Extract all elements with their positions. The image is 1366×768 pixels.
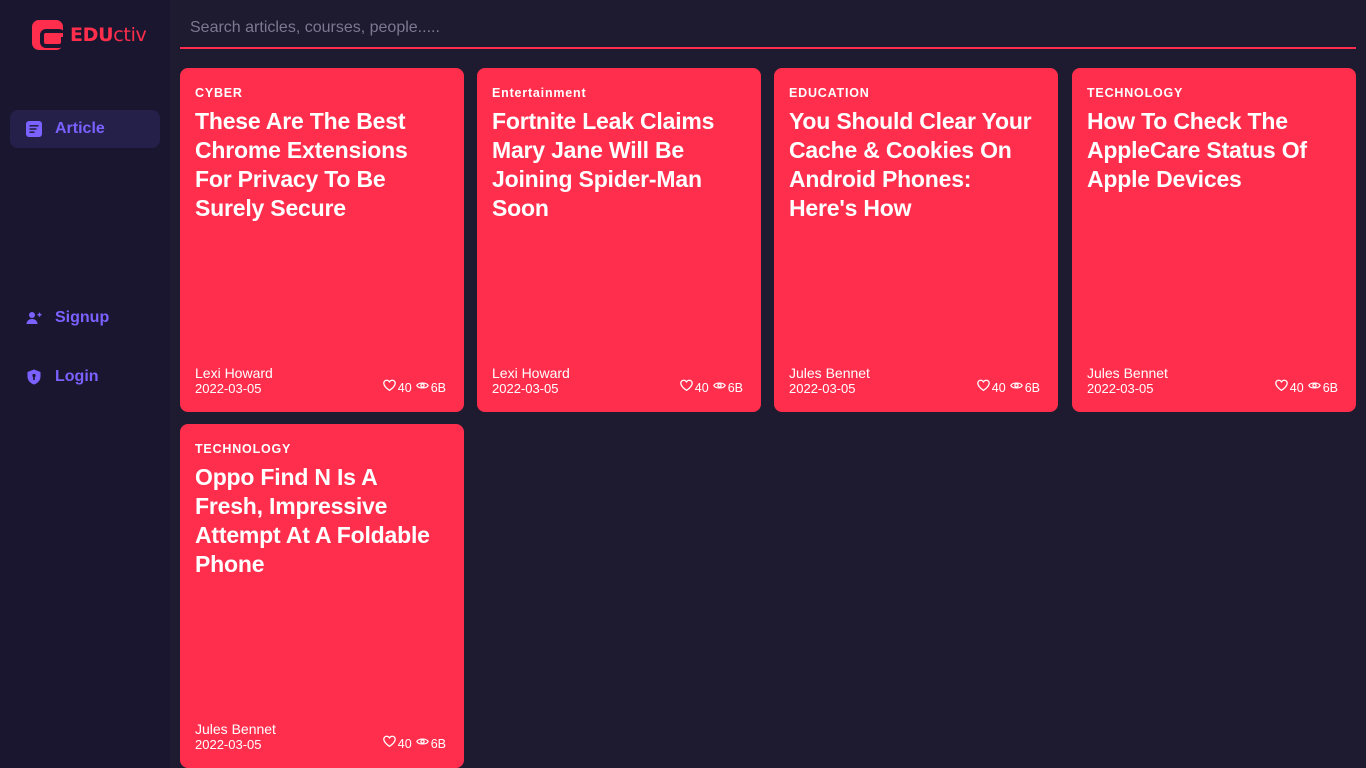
article-footer: Lexi Howard 2022-03-05 40 6B (195, 365, 446, 397)
article-footer: Jules Bennet 2022-03-05 40 6B (195, 721, 446, 753)
article-author: Jules Bennet (195, 721, 276, 737)
heart-icon[interactable] (976, 379, 992, 396)
article-category: TECHNOLOGY (1087, 86, 1184, 100)
article-date: 2022-03-05 (789, 381, 856, 396)
like-count: 40 (694, 380, 709, 395)
like-count: 40 (1289, 380, 1304, 395)
eye-icon (1307, 379, 1323, 396)
article-author: Lexi Howard (195, 365, 273, 381)
nav-item-login[interactable]: Login (10, 358, 160, 396)
like-count: 40 (991, 380, 1006, 395)
sidebar: EDUctiv Article Signup Login (0, 0, 170, 768)
article-title[interactable]: How To Check The AppleCare Status Of App… (1087, 107, 1341, 194)
nav-item-label: Signup (55, 309, 110, 326)
article-footer: Jules Bennet 2022-03-05 40 6B (789, 365, 1040, 397)
brand-name: EDUctiv (70, 24, 147, 46)
nav-item-label: Login (55, 368, 99, 385)
view-count: 6B (430, 380, 446, 395)
shield-icon (26, 369, 42, 385)
user-plus-icon (26, 310, 42, 326)
logo-icon (32, 20, 65, 50)
article-author: Jules Bennet (1087, 365, 1168, 381)
eye-icon (415, 379, 431, 396)
nav-item-article[interactable]: Article (10, 110, 160, 148)
article-category: EDUCATION (789, 86, 870, 100)
article-card[interactable]: CYBER These Are The Best Chrome Extensio… (180, 68, 464, 412)
article-title[interactable]: You Should Clear Your Cache & Cookies On… (789, 107, 1043, 223)
article-footer: Jules Bennet 2022-03-05 40 6B (1087, 365, 1338, 397)
like-count: 40 (397, 736, 412, 751)
article-category: Entertainment (492, 86, 587, 100)
article-footer: Lexi Howard 2022-03-05 40 6B (492, 365, 743, 397)
article-title[interactable]: These Are The Best Chrome Extensions For… (195, 107, 449, 223)
nav-item-label: Article (55, 120, 105, 137)
heart-icon[interactable] (679, 379, 695, 396)
view-count: 6B (430, 736, 446, 751)
article-card[interactable]: TECHNOLOGY Oppo Find N Is A Fresh, Impre… (180, 424, 464, 768)
heart-icon[interactable] (382, 735, 398, 752)
article-date: 2022-03-05 (195, 737, 262, 752)
heart-icon[interactable] (1274, 379, 1290, 396)
article-icon (26, 121, 42, 137)
article-stats: 40 6B (976, 379, 1040, 397)
view-count: 6B (1024, 380, 1040, 395)
article-author: Jules Bennet (789, 365, 870, 381)
article-author: Lexi Howard (492, 365, 570, 381)
brand-logo[interactable]: EDUctiv (32, 20, 147, 50)
like-count: 40 (397, 380, 412, 395)
article-stats: 40 6B (1274, 379, 1338, 397)
article-title[interactable]: Oppo Find N Is A Fresh, Impressive Attem… (195, 463, 449, 579)
search-bar (180, 8, 1356, 49)
eye-icon (1009, 379, 1025, 396)
article-date: 2022-03-05 (492, 381, 559, 396)
article-card[interactable]: EDUCATION You Should Clear Your Cache & … (774, 68, 1058, 412)
article-category: CYBER (195, 86, 243, 100)
heart-icon[interactable] (382, 379, 398, 396)
article-date: 2022-03-05 (1087, 381, 1154, 396)
article-card[interactable]: TECHNOLOGY How To Check The AppleCare St… (1072, 68, 1356, 412)
search-input[interactable] (180, 8, 1356, 47)
article-date: 2022-03-05 (195, 381, 262, 396)
eye-icon (415, 735, 431, 752)
article-stats: 40 6B (382, 735, 446, 753)
article-title[interactable]: Fortnite Leak Claims Mary Jane Will Be J… (492, 107, 746, 223)
article-category: TECHNOLOGY (195, 442, 292, 456)
eye-icon (712, 379, 728, 396)
article-card[interactable]: Entertainment Fortnite Leak Claims Mary … (477, 68, 761, 412)
view-count: 6B (1322, 380, 1338, 395)
view-count: 6B (727, 380, 743, 395)
article-stats: 40 6B (679, 379, 743, 397)
nav-item-signup[interactable]: Signup (10, 299, 160, 337)
article-stats: 40 6B (382, 379, 446, 397)
